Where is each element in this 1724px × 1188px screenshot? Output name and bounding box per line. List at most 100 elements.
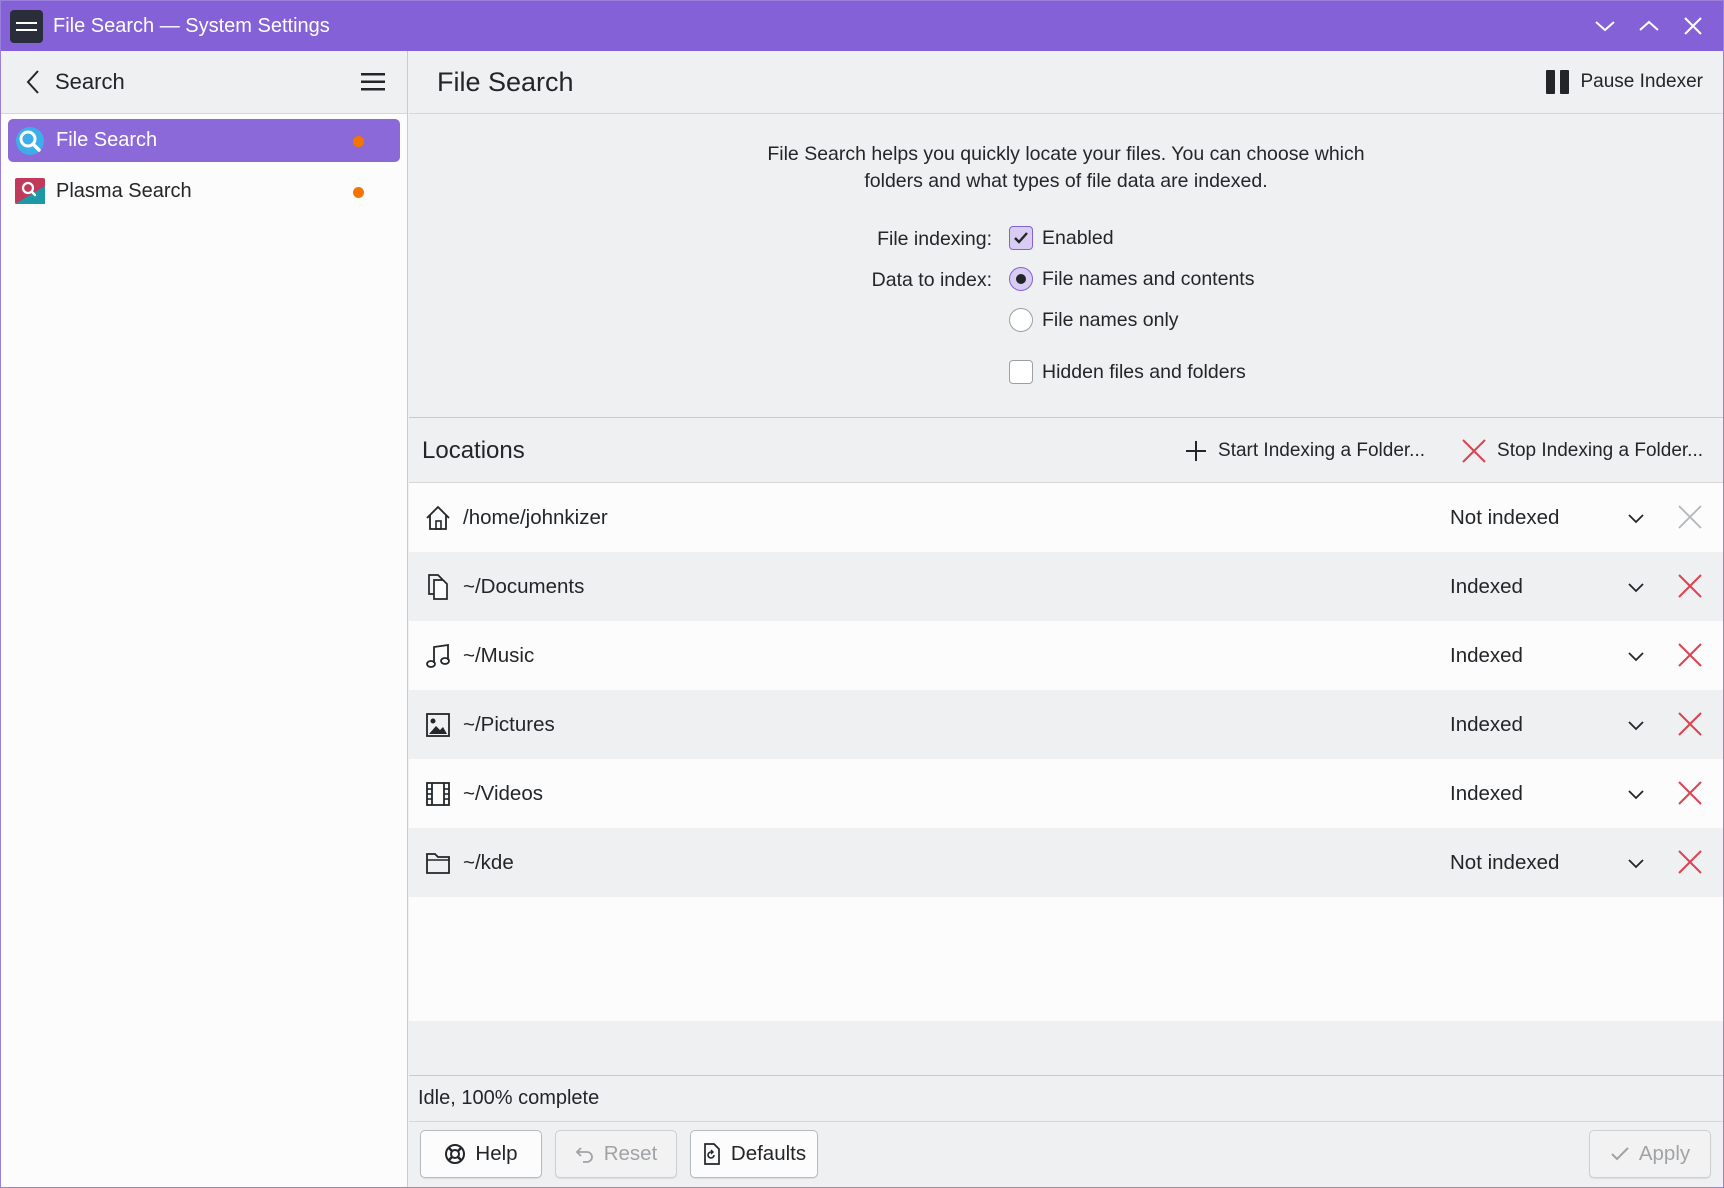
sidebar-header: Search (1, 51, 408, 114)
changed-indicator-dot (353, 136, 364, 147)
plus-icon (1186, 441, 1207, 461)
sidebar-item-label: Plasma Search (56, 180, 192, 202)
chevron-down-icon (1628, 582, 1644, 592)
help-lifebuoy-icon (445, 1144, 466, 1164)
chevron-down-icon (1628, 720, 1644, 730)
option-names-only-label: File names only (1042, 308, 1179, 331)
home-icon (424, 504, 452, 532)
defaults-button[interactable]: Defaults (690, 1130, 818, 1178)
system-settings-window: File Search — System Settings Search Fil… (0, 0, 1724, 1188)
locations-header: Locations Start Indexing a Folder... Sto… (409, 419, 1723, 483)
option-contents-label: File names and contents (1042, 267, 1255, 290)
videos-icon (424, 780, 452, 808)
file-indexing-checkbox[interactable]: Enabled (1009, 226, 1114, 250)
chevron-down-icon (1628, 513, 1644, 523)
radio-file-names-and-contents[interactable]: File names and contents (1009, 267, 1254, 291)
sidebar: Search File Search Plasma Search (1, 51, 408, 1187)
checkmark-icon (1014, 232, 1028, 244)
description-line-2: folders and what types of file data are … (864, 170, 1268, 192)
title-bar: File Search — System Settings (1, 1, 1723, 51)
reset-button[interactable]: Reset (555, 1130, 677, 1178)
index-status-value: Not indexed (1450, 850, 1560, 874)
hamburger-menu-button[interactable] (353, 62, 393, 102)
sidebar-item-file-search[interactable]: File Search (8, 119, 400, 162)
reset-label: Reset (603, 1142, 658, 1165)
location-row[interactable]: ~/Documents Indexed (409, 552, 1723, 621)
index-status-value: Indexed (1450, 712, 1523, 736)
checkbox-checked (1009, 226, 1033, 250)
location-path: ~/Documents (463, 574, 585, 598)
sidebar-item-label: File Search (56, 129, 158, 151)
stop-indexing-folder-button[interactable]: Stop Indexing a Folder... (1461, 438, 1703, 464)
changed-indicator-dot (353, 187, 364, 198)
chevron-left-icon (26, 70, 39, 94)
window-controls (1583, 1, 1715, 51)
back-button[interactable] (13, 62, 53, 102)
remove-location-icon[interactable] (1676, 641, 1704, 669)
page-title: File Search (437, 66, 574, 97)
index-status-dropdown[interactable]: Indexed (1450, 713, 1645, 737)
remove-location-icon[interactable] (1676, 572, 1704, 600)
hidden-files-checkbox[interactable]: Hidden files and folders (1009, 360, 1246, 384)
maximize-button[interactable] (1627, 4, 1671, 48)
index-status-value: Indexed (1450, 643, 1523, 667)
pause-indexer-button[interactable]: Pause Indexer (1546, 63, 1703, 101)
chevron-down-icon (1628, 858, 1644, 868)
sidebar-item-plasma-search[interactable]: Plasma Search (8, 170, 400, 213)
start-indexing-folder-button[interactable]: Start Indexing a Folder... (1184, 439, 1425, 463)
apply-button[interactable]: Apply (1589, 1130, 1711, 1178)
index-status-dropdown[interactable]: Not indexed (1450, 506, 1645, 530)
indexer-status-bar: Idle, 100% complete (409, 1075, 1723, 1122)
checkmark-icon (1611, 1147, 1629, 1161)
location-path: ~/Videos (463, 781, 543, 805)
chevron-down-icon (1628, 651, 1644, 661)
location-path: ~/kde (463, 850, 514, 874)
hamburger-menu-icon (361, 73, 385, 91)
checkbox-unchecked (1009, 360, 1033, 384)
index-status-dropdown[interactable]: Indexed (1450, 644, 1645, 668)
location-row[interactable]: ~/Videos Indexed (409, 759, 1723, 828)
location-row[interactable]: ~/kde Not indexed (409, 828, 1723, 897)
close-icon (1684, 17, 1702, 35)
index-status-value: Indexed (1450, 574, 1523, 598)
location-path: ~/Pictures (463, 712, 555, 736)
help-button[interactable]: Help (420, 1130, 542, 1178)
index-status-dropdown[interactable]: Indexed (1450, 575, 1645, 599)
button-bar: Help Reset Defaults Apply (409, 1122, 1723, 1187)
remove-location-icon[interactable] (1676, 848, 1704, 876)
window-title: File Search — System Settings (53, 14, 330, 37)
chevron-down-icon (1595, 21, 1615, 32)
radio-unselected (1009, 308, 1033, 332)
remove-location-icon[interactable] (1676, 779, 1704, 807)
defaults-label: Defaults (730, 1142, 807, 1165)
sidebar-list: File Search Plasma Search (1, 114, 407, 226)
pictures-icon (424, 711, 452, 739)
header-divider (407, 63, 408, 103)
music-icon (424, 642, 452, 670)
radio-file-names-only[interactable]: File names only (1009, 308, 1179, 332)
stop-indexing-label: Stop Indexing a Folder... (1497, 440, 1703, 461)
start-indexing-label: Start Indexing a Folder... (1218, 440, 1426, 461)
minimize-button[interactable] (1583, 4, 1627, 48)
locations-title: Locations (422, 436, 525, 464)
locations-panel: Locations Start Indexing a Folder... Sto… (409, 419, 1723, 1021)
hidden-files-label: Hidden files and folders (1042, 360, 1246, 383)
location-row[interactable]: ~/Pictures Indexed (409, 690, 1723, 759)
main-panel: File Search Pause Indexer File Search he… (409, 51, 1723, 1187)
description: File Search helps you quickly locate you… (409, 141, 1723, 195)
location-path: /home/johnkizer (463, 505, 608, 529)
data-to-index-label: Data to index: (871, 269, 992, 291)
indexing-settings: File Search helps you quickly locate you… (409, 114, 1723, 418)
plasma-search-icon (15, 177, 45, 204)
index-status-value: Indexed (1450, 781, 1523, 805)
remove-location-icon-disabled (1678, 505, 1702, 529)
location-row[interactable]: ~/Music Indexed (409, 621, 1723, 690)
file-indexing-label: File indexing: (877, 228, 992, 250)
location-path: ~/Music (463, 643, 535, 667)
index-status-dropdown[interactable]: Indexed (1450, 782, 1645, 806)
sidebar-category-title: Search (55, 69, 125, 94)
remove-location-icon[interactable] (1676, 710, 1704, 738)
close-button[interactable] (1671, 4, 1715, 48)
location-row[interactable]: /home/johnkizer Not indexed (409, 483, 1723, 552)
index-status-dropdown[interactable]: Not indexed (1450, 851, 1645, 875)
